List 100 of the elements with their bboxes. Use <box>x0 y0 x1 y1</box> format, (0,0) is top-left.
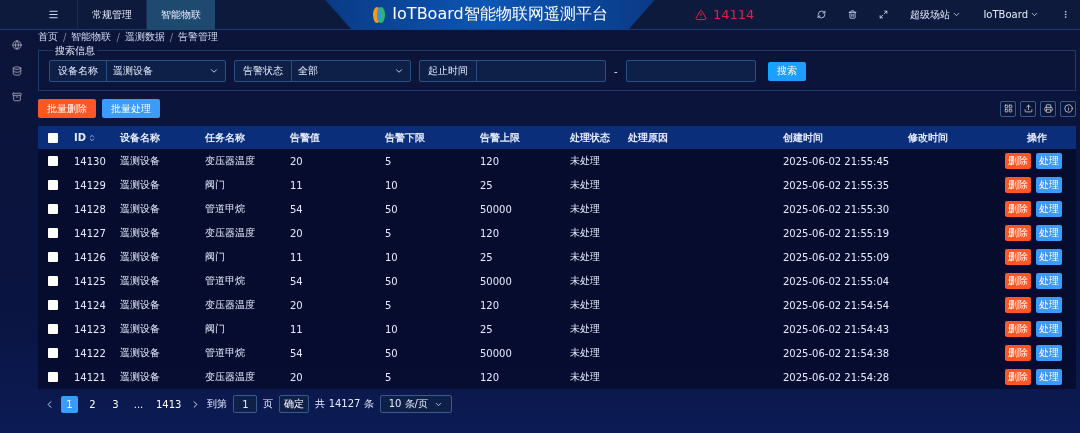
delete-button[interactable]: 删除 <box>1004 273 1031 289</box>
delete-button[interactable]: 删除 <box>1004 249 1031 265</box>
table-cell-text: 14125 <box>73 275 107 287</box>
database-icon[interactable] <box>12 66 22 76</box>
delete-button[interactable]: 删除 <box>1004 153 1031 169</box>
row-checkbox[interactable] <box>48 300 58 310</box>
end-date-field[interactable] <box>625 60 756 82</box>
delete-button[interactable]: 删除 <box>1004 201 1031 217</box>
table-cell-text: 50 <box>384 347 399 359</box>
row-checkbox[interactable] <box>48 348 58 358</box>
breadcrumb-link[interactable]: 告警管理 <box>178 30 219 44</box>
table-cell-text: 120 <box>479 371 501 383</box>
globe-icon[interactable] <box>12 40 22 50</box>
sort-icon[interactable] <box>88 133 97 142</box>
print-icon[interactable] <box>1040 100 1056 117</box>
table-cell-text: 20 <box>289 371 304 383</box>
page-button[interactable]: 1 <box>61 395 78 413</box>
fullscreen-icon[interactable] <box>879 10 889 19</box>
row-checkbox[interactable] <box>48 228 58 238</box>
process-button[interactable]: 处理 <box>1035 369 1062 385</box>
trash-icon[interactable] <box>848 10 858 19</box>
table-cell-text: 11 <box>289 323 304 335</box>
delete-button[interactable]: 删除 <box>1004 225 1031 241</box>
row-checkbox[interactable] <box>48 204 58 214</box>
process-button[interactable]: 处理 <box>1035 297 1062 313</box>
process-button[interactable]: 处理 <box>1035 177 1062 193</box>
device-select[interactable]: 设备名称 遥测设备 <box>49 60 226 82</box>
table-cell-text: 5 <box>384 155 393 167</box>
status-select[interactable]: 告警状态 全部 <box>234 60 411 82</box>
page-button[interactable]: 3 <box>107 395 124 413</box>
breadcrumb-link[interactable]: 遥测数据 <box>124 30 165 44</box>
table-cell-text: 14126 <box>73 251 107 263</box>
process-button[interactable]: 处理 <box>1035 345 1062 361</box>
process-button[interactable]: 处理 <box>1035 273 1062 289</box>
table-cell-text: 25 <box>479 251 494 263</box>
table-cell-text: 遥测设备 <box>119 346 161 360</box>
user-dropdown[interactable]: IoTBoard <box>983 9 1039 20</box>
row-checkbox[interactable] <box>48 180 58 190</box>
breadcrumb-separator: / <box>116 31 120 43</box>
table-cell-text: 14124 <box>73 299 107 311</box>
search-button[interactable]: 搜索 <box>767 61 806 81</box>
column-header: 处理状态 <box>569 130 611 145</box>
menu-icon[interactable] <box>48 9 59 20</box>
row-checkbox[interactable] <box>48 324 58 334</box>
table-cell-text: 20 <box>289 299 304 311</box>
site-dropdown[interactable]: 超级场站 <box>910 7 962 22</box>
process-button[interactable]: 处理 <box>1035 225 1062 241</box>
column-header: 设备名称 <box>119 130 161 145</box>
table-cell-text: 50000 <box>479 347 513 359</box>
caret-icon <box>1030 10 1039 19</box>
delete-button[interactable]: 删除 <box>1004 369 1031 385</box>
process-button[interactable]: 处理 <box>1035 201 1062 217</box>
table-cell-text: 未处理 <box>569 250 601 264</box>
table-cell-text: 未处理 <box>569 178 601 192</box>
row-checkbox[interactable] <box>48 372 58 382</box>
row-checkbox[interactable] <box>48 156 58 166</box>
column-header: 任务名称 <box>204 130 246 145</box>
columns-icon[interactable] <box>1000 100 1016 117</box>
page-button[interactable]: 2 <box>84 395 101 413</box>
export-icon[interactable] <box>1020 100 1036 117</box>
refresh-icon[interactable] <box>817 10 827 19</box>
table-cell-text: 14130 <box>73 155 107 167</box>
warning-icon[interactable] <box>695 8 707 21</box>
column-header[interactable]: ID <box>66 132 112 143</box>
archive-icon[interactable] <box>12 92 22 102</box>
nav-tab[interactable]: 智能物联 <box>146 0 215 30</box>
page-button[interactable]: 1413 <box>153 395 185 413</box>
delete-button[interactable]: 删除 <box>1004 177 1031 193</box>
batch-delete-button[interactable]: 批量删除 <box>38 99 96 118</box>
process-button[interactable]: 处理 <box>1035 153 1062 169</box>
column-header: 处理原因 <box>627 130 669 145</box>
alarm-count[interactable]: 14114 <box>713 7 755 22</box>
delete-button[interactable]: 删除 <box>1004 321 1031 337</box>
table-cell-text: 遥测设备 <box>119 226 161 240</box>
batch-process-button[interactable]: 批量处理 <box>102 99 160 118</box>
page-size-select[interactable]: 10 条/页 <box>379 395 452 413</box>
table-cell-text: 14127 <box>73 227 107 239</box>
table-cell-text: 120 <box>479 299 501 311</box>
table-cell-text: 变压器温度 <box>204 154 256 168</box>
delete-button[interactable]: 删除 <box>1004 345 1031 361</box>
info-icon[interactable] <box>1060 100 1076 117</box>
process-button[interactable]: 处理 <box>1035 249 1062 265</box>
search-legend: 搜索信息 <box>53 44 97 58</box>
process-button[interactable]: 处理 <box>1035 321 1062 337</box>
table-cell-text: 未处理 <box>569 154 601 168</box>
table-cell-text: 54 <box>289 347 304 359</box>
breadcrumb-link[interactable]: 智能物联 <box>71 30 112 44</box>
page-input[interactable]: 1 <box>233 395 258 413</box>
page-button[interactable]: ... <box>130 395 147 413</box>
breadcrumb-link[interactable]: 首页 <box>38 30 58 44</box>
confirm-button[interactable]: 确定 <box>279 395 310 413</box>
start-date-field[interactable]: 起止时间 <box>419 60 606 82</box>
select-all-checkbox[interactable] <box>48 132 58 143</box>
row-checkbox[interactable] <box>48 276 58 286</box>
row-checkbox[interactable] <box>48 252 58 262</box>
total-count: 共 14127 条 <box>315 397 374 411</box>
more-icon[interactable] <box>1061 10 1070 19</box>
table-cell-text: 遥测设备 <box>119 178 161 192</box>
table-cell-text: 管道甲烷 <box>204 346 246 360</box>
delete-button[interactable]: 删除 <box>1004 297 1031 313</box>
